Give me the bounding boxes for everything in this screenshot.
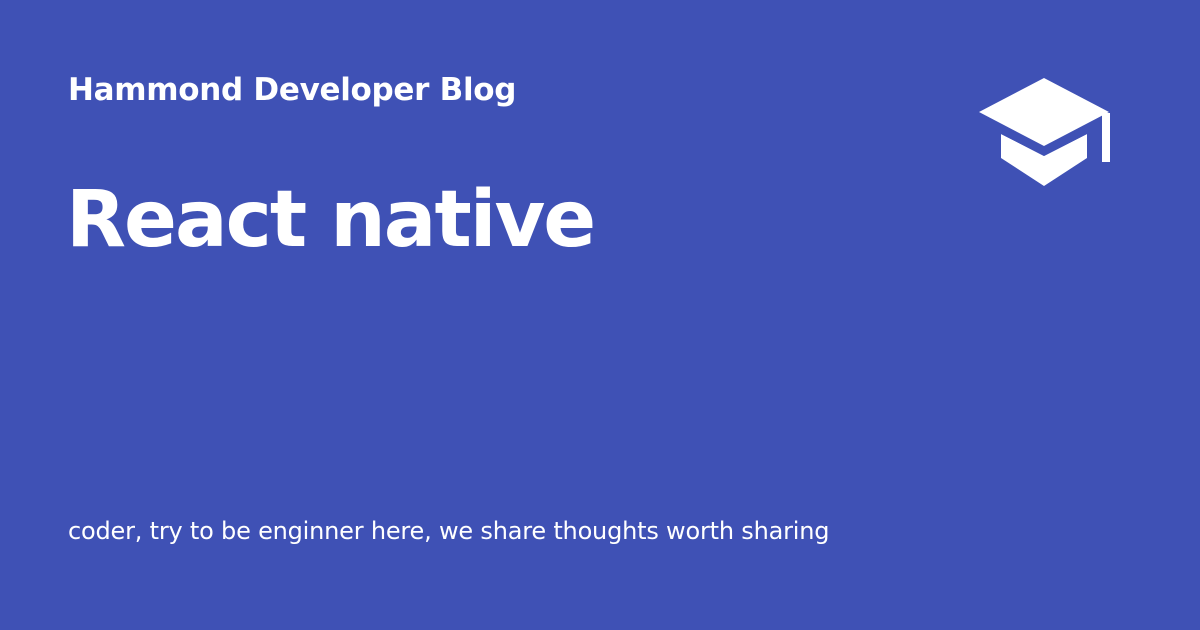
graduation-cap-icon [975, 76, 1113, 188]
social-card: Hammond Developer Blog React native code… [0, 0, 1200, 630]
post-title: React native [66, 175, 596, 265]
site-tagline: coder, try to be enginner here, we share… [68, 517, 830, 545]
site-name: Hammond Developer Blog [68, 72, 517, 108]
